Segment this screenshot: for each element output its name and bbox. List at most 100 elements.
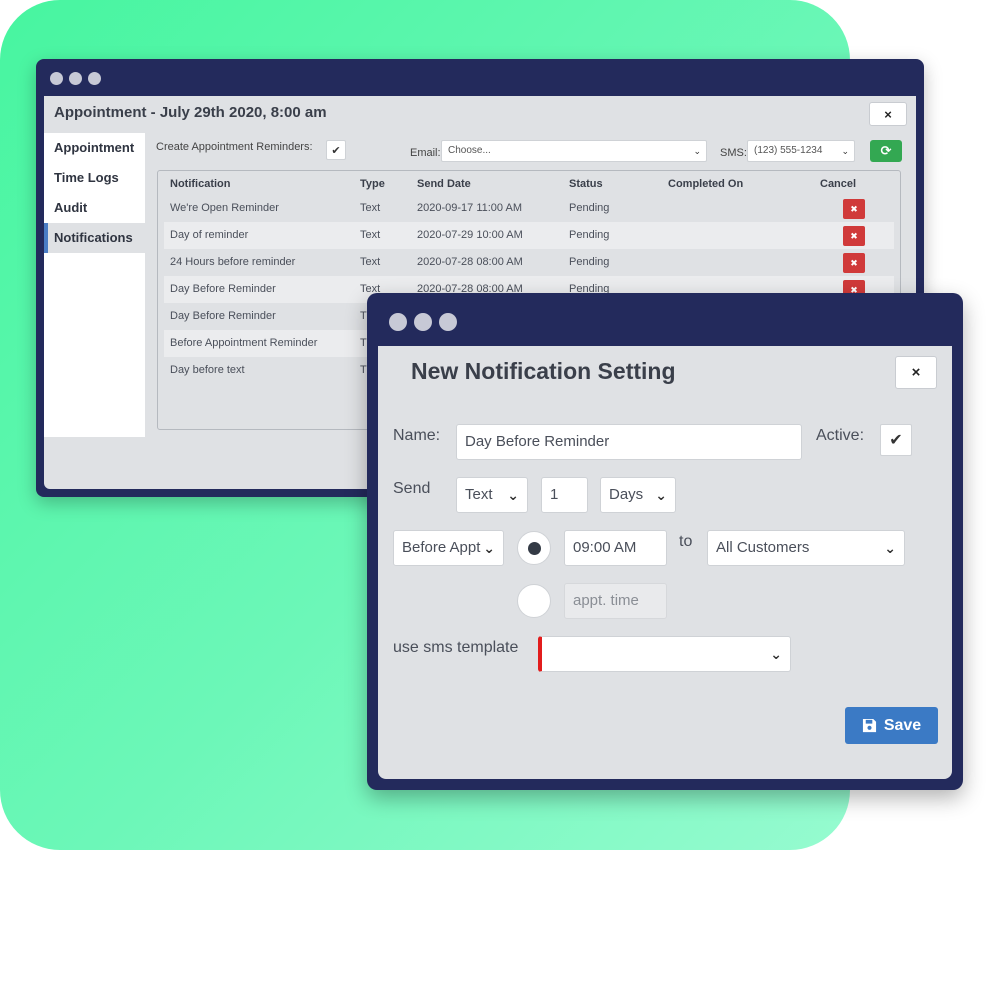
save-icon bbox=[862, 718, 876, 733]
window-dot[interactable] bbox=[389, 313, 407, 331]
email-select-value: Choose... bbox=[448, 145, 491, 156]
name-input[interactable]: Day Before Reminder bbox=[456, 424, 802, 460]
close-button[interactable]: × bbox=[895, 356, 937, 389]
cancel-icon: ✖ bbox=[850, 257, 858, 268]
cell-send-date: 2020-07-29 10:00 AM bbox=[417, 229, 523, 241]
refresh-icon: ⟳ bbox=[880, 143, 892, 158]
cell-status: Pending bbox=[569, 229, 610, 241]
fixed-time-radio[interactable] bbox=[517, 531, 551, 565]
send-count-input[interactable]: 1 bbox=[541, 477, 588, 513]
cell-notification: Before Appointment Reminder bbox=[170, 337, 318, 349]
name-label: Name: bbox=[393, 427, 441, 444]
header-completed-on: Completed On bbox=[668, 178, 744, 190]
active-label: Active: bbox=[816, 427, 865, 444]
table-row: 24 Hours before reminder Text 2020-07-28… bbox=[164, 249, 894, 276]
active-checkbox[interactable]: ✔ bbox=[880, 424, 912, 456]
cancel-button[interactable]: ✖ bbox=[843, 226, 865, 246]
cell-send-date: 2020-09-17 11:00 AM bbox=[417, 202, 522, 214]
cell-notification: Day Before Reminder bbox=[170, 283, 276, 295]
header-cancel: Cancel bbox=[820, 178, 857, 190]
appt-time-field: appt. time bbox=[564, 583, 667, 619]
send-type-select[interactable]: Text ⌄ bbox=[456, 477, 528, 513]
chevron-down-icon: ⌄ bbox=[693, 146, 701, 156]
time-input[interactable]: 09:00 AM bbox=[564, 530, 667, 566]
header-send-date: Send Date bbox=[417, 178, 471, 190]
cell-send-date: 2020-07-28 08:00 AM bbox=[417, 256, 523, 268]
appt-time-radio[interactable] bbox=[517, 584, 551, 618]
window-controls bbox=[50, 72, 101, 85]
timing-select[interactable]: Before Appt ⌄ bbox=[393, 530, 504, 566]
header-status: Status bbox=[569, 178, 603, 190]
check-icon: ✔ bbox=[331, 144, 341, 157]
reminders-checkbox[interactable]: ✔ bbox=[326, 140, 346, 160]
cancel-button[interactable]: ✖ bbox=[843, 253, 865, 273]
recipients-value: All Customers bbox=[716, 539, 810, 556]
notification-setting-panel: New Notification Setting × Name: Day Bef… bbox=[378, 346, 952, 779]
sidebar-item-notifications[interactable]: Notifications bbox=[44, 223, 145, 253]
cell-notification: 24 Hours before reminder bbox=[170, 256, 296, 268]
cell-notification: Day of reminder bbox=[170, 229, 249, 241]
cell-type: T bbox=[360, 364, 367, 376]
cell-notification: We're Open Reminder bbox=[170, 202, 279, 214]
cancel-icon: ✖ bbox=[850, 230, 858, 241]
chevron-down-icon: ⌄ bbox=[884, 540, 896, 556]
window-dot[interactable] bbox=[50, 72, 63, 85]
dialog-title: New Notification Setting bbox=[411, 358, 676, 384]
save-button[interactable]: Save bbox=[845, 707, 938, 744]
table-header: Notification Type Send Date Status Compl… bbox=[164, 171, 894, 198]
window-dot[interactable] bbox=[439, 313, 457, 331]
cell-status: Pending bbox=[569, 202, 610, 214]
close-icon: × bbox=[884, 106, 892, 122]
radio-selected-dot bbox=[528, 542, 541, 555]
header-notification: Notification bbox=[170, 178, 231, 190]
sidebar: Appointment Time Logs Audit Notification… bbox=[44, 133, 145, 437]
reminders-label: Create Appointment Reminders: bbox=[156, 141, 313, 153]
window-dot[interactable] bbox=[69, 72, 82, 85]
cell-type: T bbox=[360, 310, 367, 322]
check-icon: ✔ bbox=[889, 432, 903, 449]
notification-setting-window: New Notification Setting × Name: Day Bef… bbox=[367, 293, 963, 790]
sms-label: SMS: bbox=[720, 147, 747, 159]
cancel-icon: ✖ bbox=[850, 203, 858, 214]
appointment-title: Appointment - July 29th 2020, 8:00 am bbox=[54, 104, 327, 121]
chevron-down-icon: ⌄ bbox=[841, 146, 849, 156]
save-label: Save bbox=[883, 716, 922, 734]
send-type-value: Text bbox=[465, 486, 493, 503]
sidebar-item-appointment[interactable]: Appointment bbox=[44, 133, 145, 163]
sms-template-select[interactable]: ⌄ bbox=[538, 636, 791, 672]
to-label: to bbox=[679, 533, 693, 550]
template-label: use sms template bbox=[393, 639, 519, 656]
chevron-down-icon: ⌄ bbox=[770, 646, 782, 662]
window-dot[interactable] bbox=[88, 72, 101, 85]
sms-select-value: (123) 555-1234 bbox=[754, 145, 823, 156]
cancel-button[interactable]: ✖ bbox=[843, 199, 865, 219]
send-unit-value: Days bbox=[609, 486, 644, 503]
window-controls bbox=[389, 313, 457, 331]
refresh-button[interactable]: ⟳ bbox=[870, 140, 902, 162]
send-label: Send bbox=[393, 480, 431, 497]
table-row: We're Open Reminder Text 2020-09-17 11:0… bbox=[164, 195, 894, 222]
cell-type: Text bbox=[360, 202, 381, 214]
close-button[interactable]: × bbox=[869, 102, 907, 126]
chevron-down-icon: ⌄ bbox=[507, 487, 519, 503]
cell-type: Text bbox=[360, 229, 381, 241]
chevron-down-icon: ⌄ bbox=[655, 487, 667, 503]
sidebar-item-time-logs[interactable]: Time Logs bbox=[44, 163, 145, 193]
sms-select[interactable]: (123) 555-1234 ⌄ bbox=[747, 140, 855, 162]
close-icon: × bbox=[911, 364, 921, 381]
recipients-select[interactable]: All Customers ⌄ bbox=[707, 530, 905, 566]
window-dot[interactable] bbox=[414, 313, 432, 331]
chevron-down-icon: ⌄ bbox=[483, 540, 495, 556]
table-row: Day of reminder Text 2020-07-29 10:00 AM… bbox=[164, 222, 894, 249]
send-unit-select[interactable]: Days ⌄ bbox=[600, 477, 676, 513]
timing-value: Before Appt bbox=[402, 539, 481, 556]
cell-notification: Day before text bbox=[170, 364, 245, 376]
email-select[interactable]: Choose... ⌄ bbox=[441, 140, 707, 162]
sidebar-item-audit[interactable]: Audit bbox=[44, 193, 145, 223]
email-label: Email: bbox=[410, 147, 441, 159]
cell-status: Pending bbox=[569, 256, 610, 268]
cell-type: T bbox=[360, 337, 367, 349]
header-type: Type bbox=[360, 178, 385, 190]
cell-type: Text bbox=[360, 256, 381, 268]
cell-notification: Day Before Reminder bbox=[170, 310, 276, 322]
